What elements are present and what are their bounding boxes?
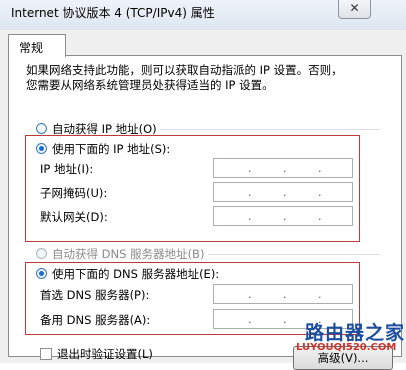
validate-on-exit-checkbox[interactable] [40,348,52,360]
default-gateway-input[interactable]: ... [213,206,353,226]
preferred-dns-input[interactable]: ... [213,284,353,304]
subnet-mask-label: 子网掩码(U): [40,186,108,200]
title-bar: Internet 协议版本 4 (TCP/IPv4) 属性 ✕ [0,0,406,31]
group-divider [160,129,380,130]
manual-ip-label[interactable]: 使用下面的 IP 地址(S): [52,141,170,157]
subnet-mask-input[interactable]: ... [213,182,353,202]
ip-address-label: IP 地址(I): [40,162,94,176]
alternate-dns-label: 备用 DNS 服务器(A): [40,313,151,327]
ip-address-input[interactable]: ... [213,158,353,178]
watermark-url: LUYOUQI520.COM [296,342,397,353]
close-icon: ✕ [349,1,360,15]
auto-dns-label[interactable]: 自动获得 DNS 服务器地址(B) [52,246,204,262]
window-title: Internet 协议版本 4 (TCP/IPv4) 属性 [11,6,215,20]
tab-general[interactable]: 常规 [8,34,66,57]
close-button[interactable]: ✕ [338,0,371,19]
manual-dns-radio[interactable] [36,268,47,279]
tab-general-label: 常规 [19,41,44,55]
manual-ip-radio[interactable] [36,143,47,154]
description-text: 如果网络支持此功能，则可以获取自动指派的 IP 设置。否则， 您需要从网络系统管… [26,63,343,92]
auto-dns-radio[interactable] [36,248,47,259]
group-divider [208,254,380,255]
auto-ip-radio[interactable] [36,123,47,134]
preferred-dns-label: 首选 DNS 服务器(P): [40,288,150,302]
validate-on-exit-label[interactable]: 退出时验证设置(L) [57,346,153,362]
watermark-logo-text: 路由器之家 [305,322,406,344]
manual-dns-label[interactable]: 使用下面的 DNS 服务器地址(E): [52,266,219,282]
default-gateway-label: 默认网关(D): [40,210,108,224]
